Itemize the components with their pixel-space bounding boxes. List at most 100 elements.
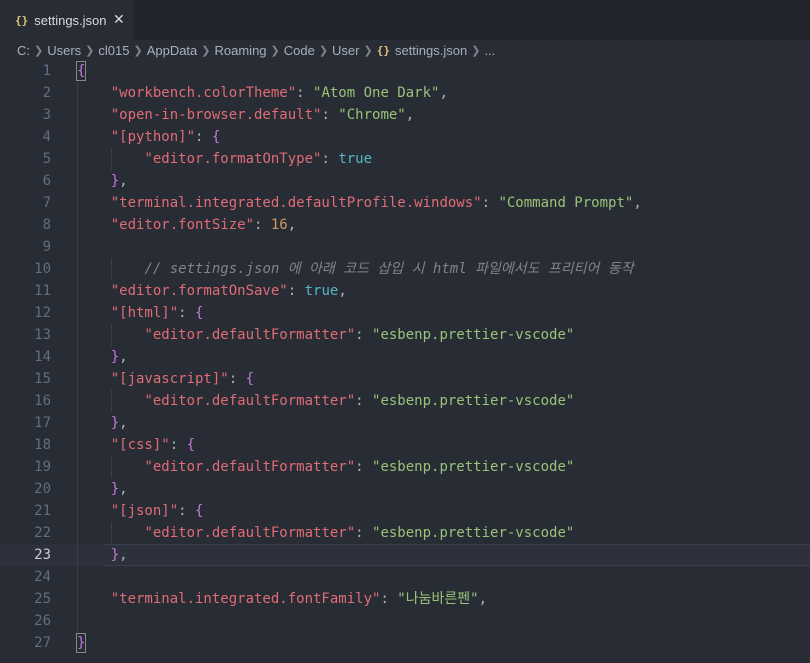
code-line[interactable]: 13 "editor.defaultFormatter": "esbenp.pr… [0, 324, 810, 346]
code-line[interactable]: 20 }, [0, 478, 810, 500]
code-line[interactable]: 24 [0, 566, 810, 588]
breadcrumb-more[interactable]: ... [484, 43, 495, 58]
code-text: "[html]": { [77, 302, 204, 324]
tab-bar: {} settings.json ✕ [0, 0, 810, 40]
token-key: "open-in-browser.default" [110, 107, 322, 123]
code-line[interactable]: 19 "editor.defaultFormatter": "esbenp.pr… [0, 456, 810, 478]
breadcrumb-file[interactable]: settings.json [395, 43, 467, 58]
code-editor[interactable]: 1{2 "workbench.colorTheme": "Atom One Da… [0, 60, 810, 663]
line-number: 5 [42, 151, 51, 167]
token-sp [77, 173, 111, 189]
code-line[interactable]: 23 }, [0, 544, 810, 566]
code-line[interactable]: 25 "terminal.integrated.fontFamily": "나눔… [0, 588, 810, 610]
token-brack: { [245, 371, 255, 387]
code-line[interactable]: 14 }, [0, 346, 810, 368]
token-sp [77, 151, 144, 167]
code-line[interactable]: 4 "[python]": { [0, 126, 810, 148]
code-line[interactable]: 17 }, [0, 412, 810, 434]
code-line[interactable]: 12 "[html]": { [0, 302, 810, 324]
line-number: 23 [34, 547, 51, 563]
tab-settings-json[interactable]: {} settings.json ✕ [0, 0, 134, 40]
token-kw: true [338, 151, 373, 167]
line-number: 20 [34, 481, 51, 497]
token-sp [77, 217, 111, 233]
token-key: "editor.defaultFormatter" [144, 393, 356, 409]
code-text: { [77, 60, 85, 82]
token-key: "editor.formatOnSave" [110, 283, 288, 299]
line-number: 25 [34, 591, 51, 607]
line-number: 11 [34, 283, 51, 299]
code-text: "[python]": { [77, 126, 221, 148]
token-str: "esbenp.prettier-vscode" [372, 327, 575, 343]
code-line[interactable]: 26 [0, 610, 810, 632]
breadcrumb-segment[interactable]: Users [47, 43, 81, 58]
line-number: 18 [34, 437, 51, 453]
breadcrumb-segment[interactable]: Roaming [215, 43, 267, 58]
token-punc: : [178, 503, 196, 519]
token-punc: : [254, 217, 271, 233]
code-line[interactable]: 27} [0, 632, 810, 654]
token-sp [77, 371, 111, 387]
token-brack: } [110, 415, 120, 431]
line-number: 14 [34, 349, 51, 365]
token-key: "[python]" [110, 129, 196, 145]
token-sp [77, 305, 111, 321]
code-text: } [77, 632, 85, 654]
line-number: 10 [34, 261, 51, 277]
token-key: "workbench.colorTheme" [110, 85, 297, 101]
breadcrumb-segment[interactable]: C: [17, 43, 30, 58]
chevron-right-icon: ❯ [34, 44, 44, 57]
code-text: "workbench.colorTheme": "Atom One Dark", [77, 82, 448, 104]
token-sp [77, 525, 144, 541]
code-line[interactable]: 5 "editor.formatOnType": true [0, 148, 810, 170]
close-icon[interactable]: ✕ [113, 11, 125, 28]
code-text: "[css]": { [77, 434, 195, 456]
token-key: "editor.defaultFormatter" [144, 459, 356, 475]
token-sp [77, 393, 144, 409]
token-key: "[html]" [110, 305, 179, 321]
code-line[interactable]: 21 "[json]": { [0, 500, 810, 522]
code-text: }, [77, 544, 128, 566]
token-sp [77, 129, 111, 145]
line-number: 17 [34, 415, 51, 431]
code-line[interactable]: 11 "editor.formatOnSave": true, [0, 280, 810, 302]
token-punc: , [405, 107, 415, 123]
token-str: "esbenp.prettier-vscode" [372, 459, 575, 475]
code-line[interactable]: 15 "[javascript]": { [0, 368, 810, 390]
code-line[interactable]: 16 "editor.defaultFormatter": "esbenp.pr… [0, 390, 810, 412]
json-file-icon: {} [376, 43, 390, 57]
code-line[interactable]: 18 "[css]": { [0, 434, 810, 456]
token-key: "editor.defaultFormatter" [144, 327, 356, 343]
code-line[interactable]: 7 "terminal.integrated.defaultProfile.wi… [0, 192, 810, 214]
breadcrumb-segment[interactable]: cl015 [98, 43, 129, 58]
line-number: 7 [42, 195, 51, 211]
code-line[interactable]: 10 // settings.json 에 아래 코드 삽입 시 html 파일… [0, 258, 810, 280]
token-punc: : [481, 195, 499, 211]
line-number: 27 [34, 635, 51, 651]
code-line[interactable]: 9 [0, 236, 810, 258]
breadcrumb-segment[interactable]: User [332, 43, 359, 58]
token-brack: } [110, 173, 120, 189]
code-line[interactable]: 8 "editor.fontSize": 16, [0, 214, 810, 236]
token-punc: , [119, 173, 128, 189]
token-str: "나눔바른펜" [397, 591, 479, 607]
breadcrumb-segment[interactable]: AppData [147, 43, 198, 58]
breadcrumb-segment[interactable]: Code [284, 43, 315, 58]
token-sp [77, 283, 111, 299]
token-punc: , [119, 481, 128, 497]
token-sp [77, 195, 111, 211]
token-kw: true [304, 283, 339, 299]
token-punc: , [338, 283, 347, 299]
token-brack: { [186, 437, 196, 453]
code-line[interactable]: 6 }, [0, 170, 810, 192]
code-text: "[json]": { [77, 500, 204, 522]
code-line[interactable]: 3 "open-in-browser.default": "Chrome", [0, 104, 810, 126]
code-text: "[javascript]": { [77, 368, 254, 390]
line-number: 6 [42, 173, 51, 189]
token-punc: , [119, 415, 128, 431]
code-line[interactable]: 1{ [0, 60, 810, 82]
code-line[interactable]: 2 "workbench.colorTheme": "Atom One Dark… [0, 82, 810, 104]
token-brace: { [77, 63, 86, 79]
token-sp [77, 437, 111, 453]
code-line[interactable]: 22 "editor.defaultFormatter": "esbenp.pr… [0, 522, 810, 544]
